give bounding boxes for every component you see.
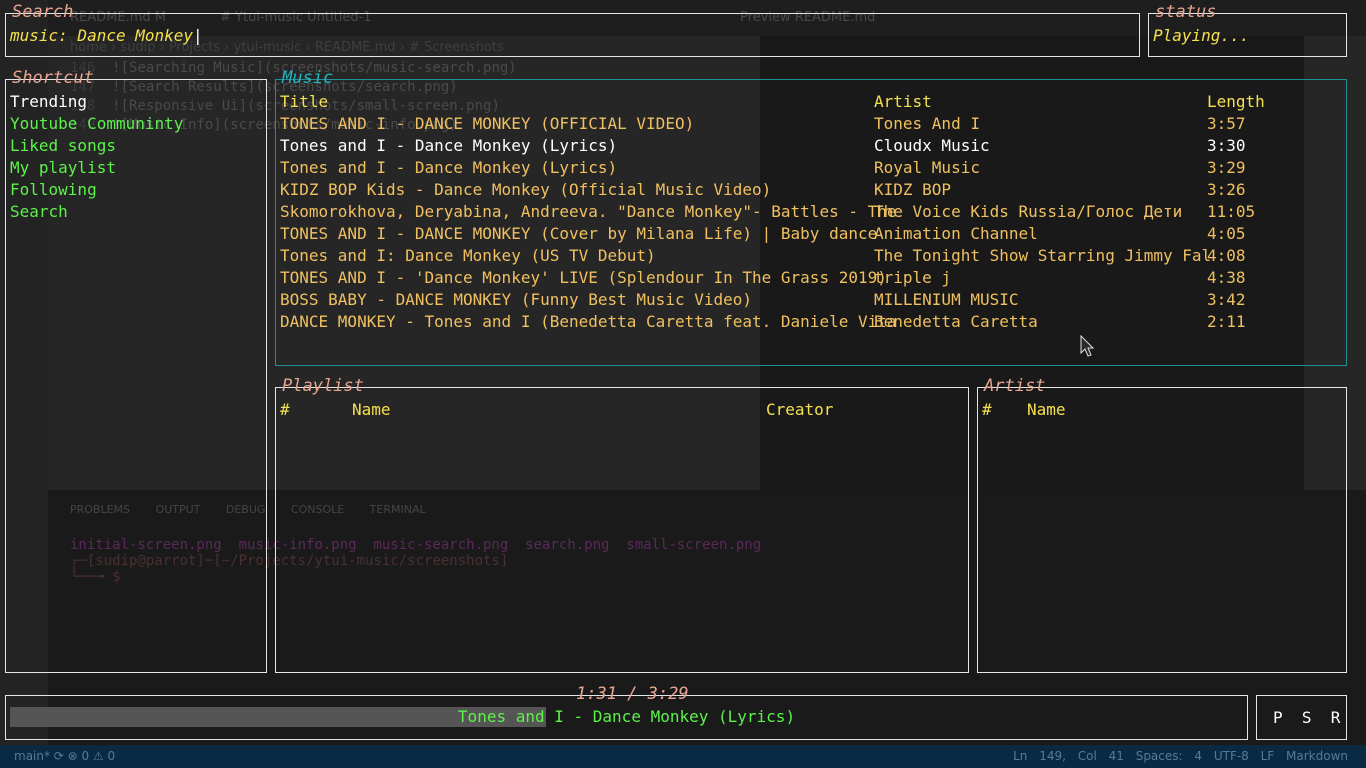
music-panel: Music Title Artist Length TONES AND I - … — [275, 68, 1347, 366]
artist-header-name: Name — [1027, 400, 1066, 419]
status-title: status — [1155, 2, 1217, 22]
music-cell-title[interactable]: DANCE MONKEY - Tones and I (Benedetta Ca… — [280, 311, 897, 333]
music-header-title: Title — [280, 92, 329, 111]
music-cell-title[interactable]: Tones and I - Dance Monkey (Lyrics) — [280, 157, 617, 179]
text-cursor: | — [193, 26, 203, 45]
music-cell-length[interactable]: 3:26 — [1207, 179, 1246, 201]
music-cell-title[interactable]: KIDZ BOP Kids - Dance Monkey (Official M… — [280, 179, 771, 201]
music-cell-artist[interactable]: Benedetta Caretta — [874, 311, 1038, 333]
playlist-header-num: # — [280, 400, 290, 419]
music-cell-artist[interactable]: Royal Music — [874, 157, 980, 179]
shortcut-item-following[interactable]: Following — [10, 179, 97, 201]
now-playing-title: Tones and I - Dance Monkey (Lyrics) — [457, 707, 796, 726]
playback-time: 1:31 / 3:29 — [576, 684, 689, 704]
music-cell-length[interactable]: 11:05 — [1207, 201, 1255, 223]
music-cell-length[interactable]: 4:38 — [1207, 267, 1246, 289]
playlist-header-name: Name — [352, 400, 391, 419]
mouse-pointer-icon — [1080, 334, 1095, 357]
music-cell-artist[interactable]: The Voice Kids Russia/Голос Дети — [874, 201, 1182, 223]
artist-header-num: # — [982, 400, 992, 419]
music-cell-title[interactable]: TONES AND I - 'Dance Monkey' LIVE (Splen… — [280, 267, 887, 289]
music-cell-title[interactable]: Tones and I: Dance Monkey (US TV Debut) — [280, 245, 656, 267]
shortcut-title: Shortcut — [12, 68, 94, 88]
music-cell-artist[interactable]: Cloudx Music — [874, 135, 990, 157]
music-cell-length[interactable]: 3:42 — [1207, 289, 1246, 311]
music-cell-title[interactable]: Tones and I - Dance Monkey (Lyrics) — [280, 135, 617, 157]
music-cell-length[interactable]: 2:11 — [1207, 311, 1246, 333]
artist-title: Artist — [984, 376, 1046, 396]
music-cell-title[interactable]: BOSS BABY - DANCE MONKEY (Funny Best Mus… — [280, 289, 752, 311]
playback-controls-label[interactable]: P S R — [1273, 707, 1340, 729]
playlist-title: Playlist — [282, 376, 364, 396]
shortcut-item-liked-songs[interactable]: Liked songs — [10, 135, 116, 157]
music-cell-length[interactable]: 4:05 — [1207, 223, 1246, 245]
music-cell-length[interactable]: 3:57 — [1207, 113, 1246, 135]
music-cell-artist[interactable]: Animation Channel — [874, 223, 1038, 245]
music-cell-title[interactable]: TONES AND I - DANCE MONKEY (OFFICIAL VID… — [280, 113, 694, 135]
search-input[interactable]: music: Dance Monkey| — [10, 25, 203, 47]
artist-panel: Artist # Name — [977, 376, 1347, 673]
music-header-artist: Artist — [874, 92, 932, 111]
search-panel[interactable]: Search music: Dance Monkey| — [5, 2, 1140, 57]
music-title: Music — [282, 68, 334, 88]
music-cell-artist[interactable]: triple j — [874, 267, 951, 289]
statusbar-right: Ln 149, Col 41 Spaces: 4 UTF-8 LF Markdo… — [1013, 749, 1348, 763]
playlist-header-creator: Creator — [766, 400, 834, 419]
music-cell-title[interactable]: TONES AND I - DANCE MONKEY (Cover by Mil… — [280, 223, 877, 245]
music-cell-artist[interactable]: Tones And I — [874, 113, 980, 135]
music-cell-artist[interactable]: MILLENIUM MUSIC — [874, 289, 1019, 311]
music-cell-length[interactable]: 4:08 — [1207, 245, 1246, 267]
shortcut-item-my-playlist[interactable]: My playlist — [10, 157, 116, 179]
statusbar-left: main* ⟳ ⊗ 0 ⚠ 0 — [14, 749, 116, 763]
music-cell-length[interactable]: 3:29 — [1207, 157, 1246, 179]
music-cell-artist[interactable]: The Tonight Show Starring Jimmy Fal — [874, 245, 1211, 267]
music-cell-title[interactable]: Skomorokhova, Deryabina, Andreeva. "Danc… — [280, 201, 897, 223]
player-panel: 1:31 / 3:29 Tones and I - Dance Monkey (… — [5, 684, 1248, 740]
music-header-length: Length — [1207, 92, 1265, 111]
status-panel: status Playing... — [1148, 2, 1347, 57]
controls-panel[interactable]: P S R — [1256, 695, 1347, 740]
shortcut-panel: Shortcut Trending Youtube Communinty Lik… — [5, 68, 267, 673]
playlist-panel: Playlist # Name Creator — [275, 376, 969, 673]
shortcut-item-youtube-community[interactable]: Youtube Communinty — [10, 113, 183, 135]
vscode-statusbar: main* ⟳ ⊗ 0 ⚠ 0 Ln 149, Col 41 Spaces: 4… — [0, 745, 1366, 768]
music-cell-length[interactable]: 3:30 — [1207, 135, 1246, 157]
shortcut-item-trending[interactable]: Trending — [10, 91, 87, 113]
search-title: Search — [12, 2, 74, 22]
status-value: Playing... — [1153, 26, 1250, 45]
shortcut-item-search[interactable]: Search — [10, 201, 68, 223]
music-cell-artist[interactable]: KIDZ BOP — [874, 179, 951, 201]
